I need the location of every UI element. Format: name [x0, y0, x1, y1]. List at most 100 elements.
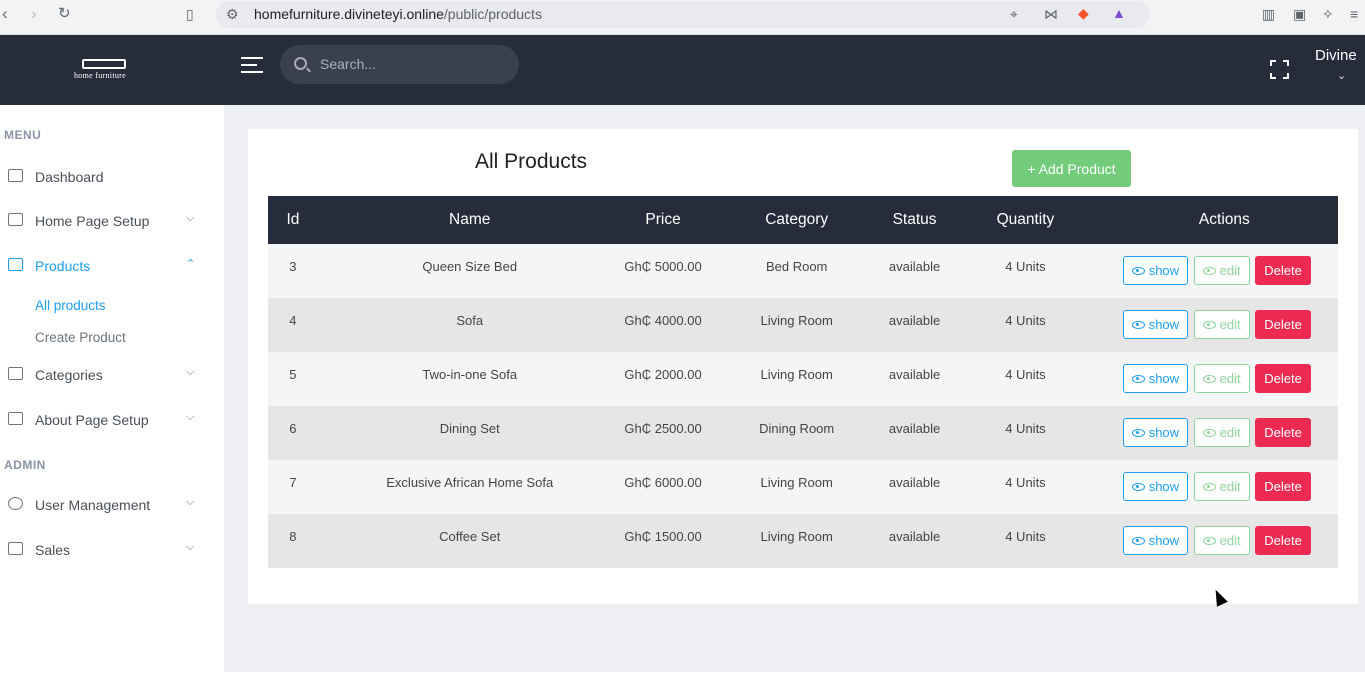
cell-name: Two-in-one Sofa	[422, 367, 518, 382]
show-button[interactable]: show	[1122, 472, 1189, 501]
hamburger-menu-icon[interactable]	[241, 57, 263, 75]
table-row: 4 Sofa Gh₵ 4000.00 Living Room available…	[268, 298, 1338, 352]
user-circle-icon	[8, 497, 23, 510]
sidebar-toggle-icon[interactable]: ▥	[1262, 6, 1275, 22]
sidebar-subitem-create-product[interactable]: Create Product	[35, 330, 126, 345]
cell-quantity: 4 Units	[1005, 259, 1046, 274]
cell-status: available	[888, 421, 941, 436]
cell-price: Gh₵ 1500.00	[624, 529, 702, 544]
cell-quantity: 4 Units	[1005, 421, 1046, 436]
column-header: Category	[765, 211, 829, 228]
delete-button[interactable]: Delete	[1255, 472, 1311, 501]
column-header: Id	[286, 211, 300, 228]
sidebar-item-dashboard[interactable]: Dashboard	[0, 162, 224, 192]
forward-icon[interactable]: ›	[31, 5, 37, 23]
edit-button[interactable]: edit	[1193, 526, 1250, 555]
show-button[interactable]: show	[1122, 418, 1189, 447]
reload-icon[interactable]: ↻	[58, 5, 71, 23]
chevron-down-icon: ⌵	[186, 411, 195, 423]
share-icon[interactable]: ⋈	[1044, 6, 1058, 22]
brave-rewards-icon[interactable]: ▲	[1112, 5, 1126, 21]
search-box	[280, 45, 519, 84]
app-topbar: home furniture Divine ⌄	[0, 35, 1365, 105]
mail-icon	[8, 412, 23, 425]
sidebar-item-home-page-setup[interactable]: Home Page Setup ⌵	[0, 206, 224, 236]
user-name: Divine	[1315, 47, 1357, 64]
sidebar-item-label: Dashboard	[35, 169, 104, 185]
url-host: homefurniture.divineteyi.online	[254, 6, 444, 22]
admin-section-title: ADMIN	[4, 458, 46, 472]
sidebar-item-user-management[interactable]: User Management ⌵	[0, 490, 224, 520]
show-label: show	[1148, 371, 1180, 386]
cell-category: Living Room	[760, 529, 833, 544]
location-icon[interactable]: ⌖	[1010, 6, 1018, 22]
sidebar-item-products[interactable]: Products ⌃	[0, 251, 224, 281]
search-icon	[294, 57, 307, 70]
sidebar-subitem-all-products[interactable]: All products	[35, 298, 106, 313]
cell-actions: show edit Delete	[1111, 460, 1338, 514]
sidebar-item-label: Home Page Setup	[35, 213, 150, 229]
show-label: show	[1148, 425, 1180, 440]
cell-status: available	[888, 367, 941, 382]
delete-button[interactable]: Delete	[1255, 526, 1311, 555]
sidebar-item-about-page-setup[interactable]: About Page Setup ⌵	[0, 405, 224, 435]
show-button[interactable]: show	[1122, 256, 1189, 285]
cell-status: available	[888, 313, 941, 328]
delete-button[interactable]: Delete	[1255, 256, 1311, 285]
delete-button[interactable]: Delete	[1255, 418, 1311, 447]
leo-ai-icon[interactable]: ✧	[1322, 6, 1334, 22]
table-row: 7 Exclusive African Home Sofa Gh₵ 6000.0…	[268, 460, 1338, 514]
sidebar-item-categories[interactable]: Categories ⌵	[0, 360, 224, 390]
edit-button[interactable]: edit	[1193, 418, 1250, 447]
chevron-down-icon: ⌄	[1337, 70, 1347, 82]
eye-icon	[1131, 266, 1145, 275]
chevron-down-icon: ⌵	[186, 366, 195, 378]
cell-status: available	[888, 529, 941, 544]
table-row: 5 Two-in-one Sofa Gh₵ 2000.00 Living Roo…	[268, 352, 1338, 406]
add-product-button[interactable]: + Add Product	[1012, 150, 1131, 187]
address-bar[interactable]: ⚙ homefurniture.divineteyi.online/public…	[216, 1, 1150, 28]
menu-icon[interactable]: ≡	[1350, 6, 1358, 22]
fullscreen-icon[interactable]	[1270, 60, 1289, 79]
edit-button[interactable]: edit	[1193, 256, 1250, 285]
show-button[interactable]: show	[1122, 364, 1189, 393]
cell-id: 5	[289, 367, 297, 382]
edit-button[interactable]: edit	[1193, 364, 1250, 393]
sidebar-item-sales[interactable]: Sales ⌵	[0, 535, 224, 565]
show-button[interactable]: show	[1122, 310, 1189, 339]
cell-name: Exclusive African Home Sofa	[386, 475, 554, 490]
cell-price: Gh₵ 2500.00	[624, 421, 702, 436]
site-settings-icon[interactable]: ⚙	[226, 6, 239, 22]
cell-quantity: 4 Units	[1005, 367, 1046, 382]
eye-icon	[1131, 482, 1145, 491]
sidebar-item-label: Sales	[35, 542, 71, 558]
logo[interactable]: home furniture	[74, 59, 134, 83]
edit-button[interactable]: edit	[1193, 472, 1250, 501]
edit-button[interactable]: edit	[1193, 310, 1250, 339]
bookmark-icon[interactable]: ▯	[186, 6, 194, 22]
dashboard-icon	[8, 169, 23, 182]
brave-shield-icon[interactable]: ◆	[1078, 5, 1089, 21]
cell-quantity: 4 Units	[1005, 529, 1046, 544]
show-label: show	[1148, 533, 1180, 548]
delete-button[interactable]: Delete	[1255, 364, 1311, 393]
back-icon[interactable]: ‹	[2, 5, 8, 23]
cell-price: Gh₵ 2000.00	[624, 367, 702, 382]
mail-icon	[8, 213, 23, 226]
eye-icon	[1202, 482, 1216, 491]
search-input[interactable]	[320, 54, 500, 74]
wallet-icon[interactable]: ▣	[1293, 6, 1306, 22]
url-text[interactable]: homefurniture.divineteyi.online/public/p…	[254, 6, 542, 22]
cell-actions: show edit Delete	[1111, 514, 1338, 568]
show-button[interactable]: show	[1122, 526, 1189, 555]
sofa-logo-icon	[82, 59, 126, 69]
chevron-down-icon: ⌵	[186, 212, 195, 224]
cell-id: 8	[289, 529, 297, 544]
cell-category: Living Room	[760, 313, 833, 328]
cell-category: Bed Room	[765, 259, 828, 274]
delete-button[interactable]: Delete	[1255, 310, 1311, 339]
mail-icon	[8, 258, 23, 271]
cell-status: available	[888, 259, 941, 274]
cell-id: 4	[289, 313, 297, 328]
user-menu[interactable]: Divine ⌄	[1315, 47, 1357, 82]
